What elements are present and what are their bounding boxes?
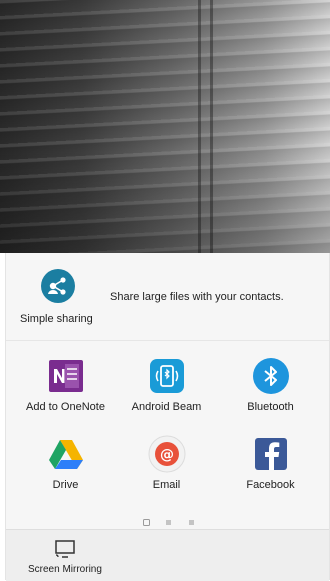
share-app-onenote[interactable]: Add to OneNote [13, 341, 118, 413]
share-app-label: Facebook [246, 479, 295, 491]
screen-mirroring-icon [54, 539, 76, 559]
share-app-facebook[interactable]: Facebook [218, 419, 323, 491]
bluetooth-icon [252, 357, 290, 395]
share-app-android-beam[interactable]: Android Beam [114, 341, 219, 413]
page-dot [166, 513, 172, 525]
share-sheet: Simple sharing Share large files with yo… [5, 253, 330, 581]
share-app-email[interactable]: @ Email [114, 419, 219, 491]
share-apps-grid: Add to OneNote Android Beam Bluetooth Dr… [6, 341, 329, 501]
share-app-drive[interactable]: Drive [13, 419, 118, 491]
screen-mirroring-label: Screen Mirroring [28, 564, 102, 575]
share-app-label: Drive [52, 479, 79, 491]
page-dot [189, 513, 195, 525]
page-dot-current [143, 513, 150, 526]
simple-sharing-label: Simple sharing [20, 313, 93, 325]
photo-shading [0, 150, 330, 253]
onenote-icon [47, 357, 85, 395]
share-app-label: Android Beam [131, 401, 202, 413]
share-app-bluetooth[interactable]: Bluetooth [218, 341, 323, 413]
share-app-label: Add to OneNote [26, 401, 105, 413]
share-app-label: Email [152, 479, 181, 491]
simple-sharing-description: Share large files with your contacts. [110, 291, 284, 303]
share-app-label: Bluetooth [247, 401, 294, 413]
email-icon: @ [148, 435, 186, 473]
facebook-icon [252, 435, 290, 473]
svg-text:@: @ [160, 447, 174, 463]
android-beam-icon [148, 357, 186, 395]
shared-photo-preview [0, 0, 330, 253]
screen-mirroring-button[interactable]: Screen Mirroring [6, 530, 126, 581]
simple-sharing-row[interactable]: Simple sharing Share large files with yo… [6, 253, 329, 340]
share-bottom-bar: Screen Mirroring [6, 529, 329, 581]
google-drive-icon [47, 435, 85, 473]
simple-sharing-icon[interactable] [41, 269, 75, 303]
page-indicator [6, 511, 329, 526]
